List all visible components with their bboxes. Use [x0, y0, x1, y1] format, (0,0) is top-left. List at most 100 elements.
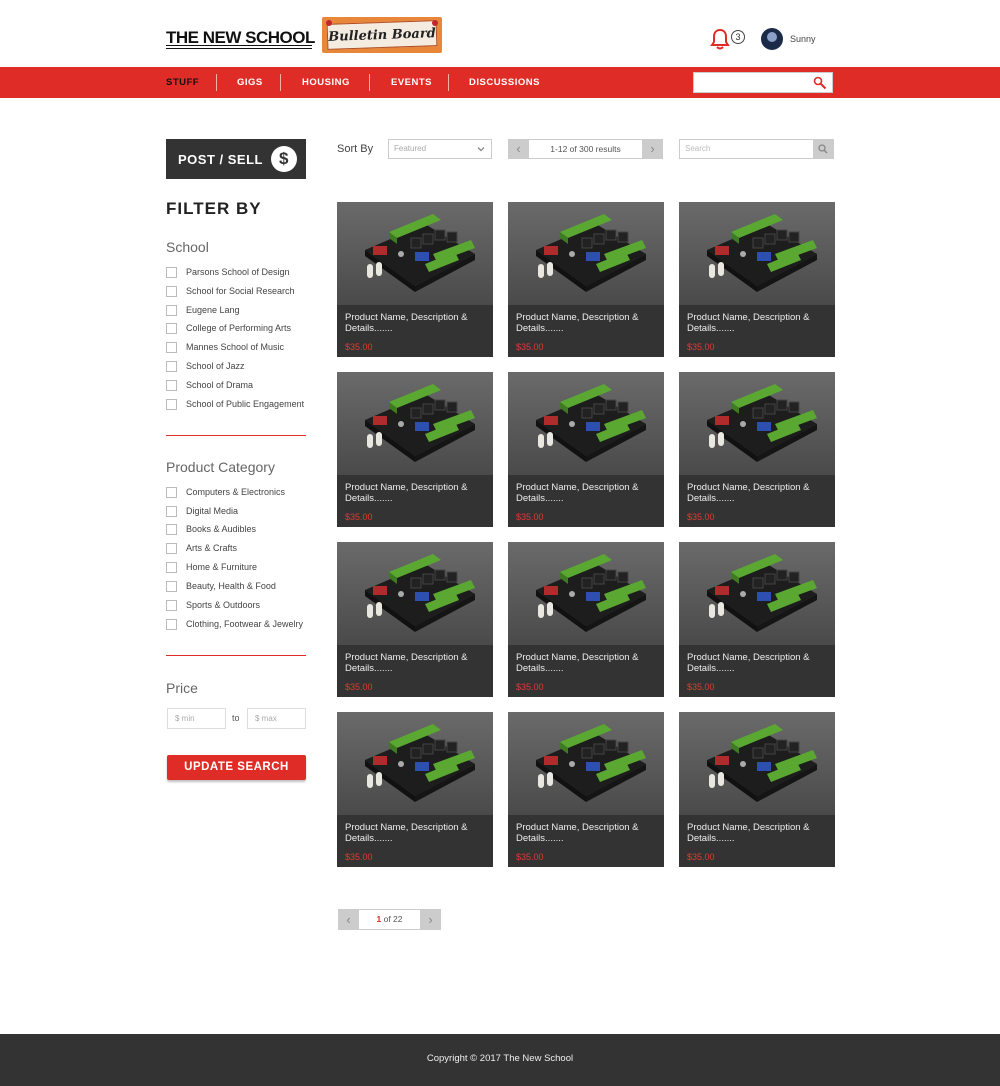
school-filter-option[interactable]: College of Performing Arts — [166, 321, 291, 335]
checkbox[interactable] — [166, 398, 177, 410]
checkbox[interactable] — [166, 379, 177, 391]
product-card[interactable]: Product Name, Description & Details.....… — [679, 202, 835, 357]
logo-underline — [166, 45, 312, 49]
nav-item-stuff[interactable]: STUFF — [166, 67, 199, 98]
category-filter-option[interactable]: Clothing, Footwear & Jewelry — [166, 617, 303, 631]
results-count: 1-12 of 300 results — [550, 144, 621, 154]
product-card[interactable]: Product Name, Description & Details.....… — [337, 372, 493, 527]
checkbox[interactable] — [166, 285, 177, 297]
nav-item-events[interactable]: EVENTS — [391, 67, 432, 98]
product-search-input[interactable]: Search — [679, 139, 834, 159]
nav-search-input[interactable] — [693, 72, 833, 93]
product-image-frame[interactable] — [337, 372, 493, 475]
product-card[interactable]: Product Name, Description & Details.....… — [337, 202, 493, 357]
school-option-label: School of Public Engagement — [186, 399, 305, 409]
school-filter-option[interactable]: School of Public Engagement — [166, 397, 304, 411]
category-filter-option[interactable]: Arts & Crafts — [166, 541, 237, 555]
product-name[interactable]: Product Name, Description & Details.....… — [516, 312, 658, 334]
update-search-button[interactable]: UPDATE SEARCH — [167, 755, 306, 780]
product-name[interactable]: Product Name, Description & Details.....… — [345, 312, 487, 334]
checkbox[interactable] — [166, 360, 177, 372]
product-name[interactable]: Product Name, Description & Details.....… — [516, 822, 658, 844]
school-option-label: Mannes School of Music — [186, 342, 285, 352]
product-name[interactable]: Product Name, Description & Details.....… — [345, 822, 487, 844]
checkbox[interactable] — [166, 266, 177, 278]
product-card[interactable]: Product Name, Description & Details.....… — [508, 372, 664, 527]
page-total: of 22 — [383, 914, 403, 924]
chevron-right-icon[interactable]: › — [420, 909, 441, 930]
category-filter-option[interactable]: Digital Media — [166, 504, 238, 518]
username[interactable]: Sunny — [790, 34, 816, 44]
product-image-frame[interactable] — [337, 542, 493, 645]
school-filter-option[interactable]: School of Drama — [166, 378, 253, 392]
product-image-frame[interactable] — [679, 712, 835, 815]
category-filter-option[interactable]: Sports & Outdoors — [166, 598, 260, 612]
school-filter-option[interactable]: Parsons School of Design — [166, 265, 290, 279]
product-image-frame[interactable] — [508, 202, 664, 305]
product-image-frame[interactable] — [508, 712, 664, 815]
user-avatar[interactable] — [761, 28, 783, 50]
checkbox[interactable] — [166, 561, 177, 573]
school-filter-option[interactable]: Eugene Lang — [166, 303, 240, 317]
product-name[interactable]: Product Name, Description & Details.....… — [687, 482, 829, 504]
product-image-frame[interactable] — [337, 712, 493, 815]
price-min-input[interactable]: $ min — [167, 708, 226, 729]
notification-count-badge[interactable]: 3 — [731, 30, 745, 44]
product-card[interactable]: Product Name, Description & Details.....… — [679, 542, 835, 697]
checkbox[interactable] — [166, 580, 177, 592]
checkbox[interactable] — [166, 341, 177, 353]
search-icon — [818, 144, 828, 154]
nav-item-gigs[interactable]: GIGS — [237, 67, 263, 98]
product-name[interactable]: Product Name, Description & Details.....… — [516, 652, 658, 674]
bulletin-board-logo[interactable]: Bulletin Board — [322, 17, 442, 53]
nav-item-housing[interactable]: HOUSING — [302, 67, 350, 98]
price-max-input[interactable]: $ max — [247, 708, 306, 729]
checkbox[interactable] — [166, 322, 177, 334]
chevron-right-icon[interactable]: › — [642, 139, 663, 159]
school-filter-option[interactable]: School for Social Research — [166, 284, 295, 298]
sort-selected-value: Featured — [394, 144, 427, 153]
product-card[interactable]: Product Name, Description & Details.....… — [679, 372, 835, 527]
product-image-frame[interactable] — [679, 202, 835, 305]
category-option-label: Arts & Crafts — [186, 543, 238, 553]
product-card[interactable]: Product Name, Description & Details.....… — [508, 542, 664, 697]
post-sell-button[interactable]: POST / SELL $ — [166, 139, 306, 179]
product-name[interactable]: Product Name, Description & Details.....… — [687, 652, 829, 674]
product-name[interactable]: Product Name, Description & Details.....… — [687, 822, 829, 844]
checkbox[interactable] — [166, 599, 177, 611]
product-image-frame[interactable] — [337, 202, 493, 305]
nav-item-discussions[interactable]: DISCUSSIONS — [469, 67, 540, 98]
product-card[interactable]: Product Name, Description & Details.....… — [337, 712, 493, 867]
category-filter-option[interactable]: Books & Audibles — [166, 522, 256, 536]
checkbox[interactable] — [166, 618, 177, 630]
product-image-frame[interactable] — [679, 542, 835, 645]
school-filter-option[interactable]: Mannes School of Music — [166, 340, 284, 354]
search-icon[interactable] — [813, 76, 827, 90]
checkbox[interactable] — [166, 304, 177, 316]
chevron-left-icon[interactable]: ‹ — [508, 139, 529, 159]
chevron-left-icon[interactable]: ‹ — [338, 909, 359, 930]
category-filter-option[interactable]: Home & Furniture — [166, 560, 257, 574]
checkbox[interactable] — [166, 505, 177, 517]
checkbox[interactable] — [166, 486, 177, 498]
checkbox[interactable] — [166, 523, 177, 535]
category-filter-option[interactable]: Beauty, Health & Food — [166, 579, 276, 593]
product-name[interactable]: Product Name, Description & Details.....… — [345, 652, 487, 674]
school-filter-option[interactable]: School of Jazz — [166, 359, 245, 373]
product-name[interactable]: Product Name, Description & Details.....… — [687, 312, 829, 334]
product-card[interactable]: Product Name, Description & Details.....… — [679, 712, 835, 867]
sort-by-select[interactable]: Featured — [388, 139, 492, 159]
product-image-frame[interactable] — [508, 542, 664, 645]
product-image-frame[interactable] — [508, 372, 664, 475]
product-card[interactable]: Product Name, Description & Details.....… — [508, 202, 664, 357]
checkbox[interactable] — [166, 542, 177, 554]
product-name[interactable]: Product Name, Description & Details.....… — [516, 482, 658, 504]
search-button[interactable] — [813, 139, 834, 159]
product-image-frame[interactable] — [679, 372, 835, 475]
category-filter-option[interactable]: Computers & Electronics — [166, 485, 285, 499]
bell-icon[interactable] — [710, 28, 730, 50]
school-option-label: College of Performing Arts — [186, 323, 292, 333]
product-card[interactable]: Product Name, Description & Details.....… — [337, 542, 493, 697]
product-name[interactable]: Product Name, Description & Details.....… — [345, 482, 487, 504]
product-card[interactable]: Product Name, Description & Details.....… — [508, 712, 664, 867]
